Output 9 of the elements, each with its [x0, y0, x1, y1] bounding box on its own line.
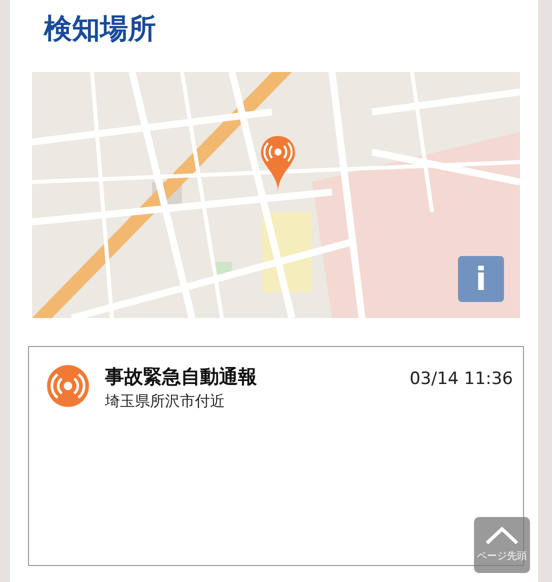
alert-location: 埼玉県所沢市付近 [105, 391, 226, 412]
chevron-up-icon [485, 527, 519, 545]
alert-time: 03/14 11:36 [410, 368, 513, 391]
map-pin-icon[interactable] [260, 134, 296, 192]
broadcast-icon [47, 365, 89, 407]
section-title: 検知場所 [44, 11, 157, 47]
alert-title: 事故緊急自動通報 [105, 365, 258, 389]
page-top-button[interactable]: ページ先頭 [474, 517, 530, 573]
info-button[interactable]: i [458, 256, 504, 302]
